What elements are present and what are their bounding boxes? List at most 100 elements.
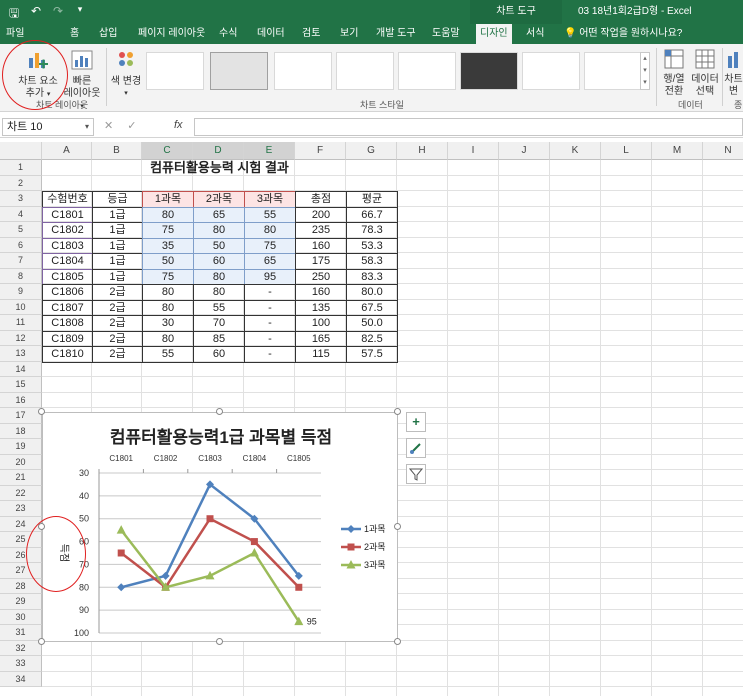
row-header[interactable]: 18 (0, 423, 42, 439)
row-header[interactable]: 11 (0, 315, 42, 331)
table-cell[interactable]: - (244, 284, 296, 301)
table-cell[interactable]: 80 (193, 268, 245, 285)
table-cell[interactable]: 35 (142, 237, 194, 254)
table-cell[interactable]: 235 (295, 222, 347, 239)
row-header[interactable]: 32 (0, 640, 42, 656)
insert-function-button[interactable]: fx (174, 119, 183, 131)
row-header[interactable]: 10 (0, 299, 42, 315)
table-cell[interactable]: 50 (193, 237, 245, 254)
column-header[interactable]: D (193, 142, 244, 160)
column-header[interactable]: J (499, 142, 550, 160)
table-cell[interactable]: 53.3 (346, 237, 398, 254)
table-cell[interactable]: - (244, 346, 296, 363)
chart-object[interactable]: 컴퓨터활용능력1급 과목별 득점 30 40 50 60 70 80 90 100 C1801 C… (42, 412, 398, 642)
table-cell[interactable]: 60 (193, 253, 245, 270)
row-header[interactable]: 15 (0, 377, 42, 393)
tab-format[interactable]: 서식 (522, 24, 548, 44)
table-cell[interactable]: 80 (142, 206, 194, 223)
column-header[interactable]: C (142, 142, 193, 160)
chart-style-2[interactable] (210, 52, 268, 90)
table-cell[interactable]: 65 (193, 206, 245, 223)
select-data-button[interactable]: 데이터 선택 (690, 48, 720, 98)
row-header[interactable]: 14 (0, 361, 42, 377)
row-header[interactable]: 2 (0, 175, 42, 191)
table-cell[interactable]: 1급 (92, 268, 143, 285)
customize-qat-icon[interactable]: ▾ (72, 4, 88, 25)
cancel-icon[interactable]: ✕ (104, 119, 113, 132)
row-header[interactable]: 13 (0, 346, 42, 362)
column-header[interactable]: I (448, 142, 499, 160)
table-cell[interactable]: C1802 (42, 222, 93, 239)
table-cell[interactable]: 67.5 (346, 299, 398, 316)
row-header[interactable]: 17 (0, 408, 42, 424)
name-box[interactable]: 차트 10 ▾ (2, 118, 94, 136)
switch-row-column-button[interactable]: 행/열 전환 (658, 48, 690, 98)
row-header[interactable]: 8 (0, 268, 42, 284)
column-header[interactable]: G (346, 142, 397, 160)
chevron-down-icon[interactable]: ▾ (85, 119, 89, 135)
row-header[interactable]: 21 (0, 470, 42, 486)
row-header[interactable]: 29 (0, 594, 42, 610)
tab-data[interactable]: 데이터 (253, 24, 289, 44)
table-cell[interactable]: C1803 (42, 237, 93, 254)
table-cell[interactable]: 30 (142, 315, 194, 332)
table-cell[interactable]: 1급 (92, 206, 143, 223)
table-cell[interactable]: 80 (193, 222, 245, 239)
column-header[interactable]: B (92, 142, 142, 160)
row-header[interactable]: 31 (0, 625, 42, 641)
row-header[interactable]: 5 (0, 222, 42, 238)
change-colors-button[interactable]: 색 변경 ▾ (108, 48, 144, 100)
table-cell[interactable]: 1급 (92, 237, 143, 254)
table-cell[interactable]: 65 (244, 253, 296, 270)
table-cell[interactable]: C1805 (42, 268, 93, 285)
gallery-scroll[interactable]: ▴ ▾ ▾ (640, 52, 650, 90)
resize-handle[interactable] (394, 638, 401, 645)
undo-icon[interactable]: ↶ (28, 4, 44, 25)
select-all-corner[interactable] (0, 142, 42, 160)
table-cell[interactable]: 200 (295, 206, 347, 223)
table-cell[interactable]: 80 (142, 284, 194, 301)
row-header[interactable]: 19 (0, 439, 42, 455)
table-cell[interactable]: 70 (193, 315, 245, 332)
chart-style-4[interactable] (336, 52, 394, 90)
chart-style-1[interactable] (146, 52, 204, 90)
table-header-cell[interactable]: 수험번호 (42, 191, 93, 208)
column-header[interactable]: N (703, 142, 743, 160)
tab-developer[interactable]: 개발 도구 (372, 24, 420, 44)
table-header-cell[interactable]: 1과목 (142, 191, 194, 208)
table-cell[interactable]: - (244, 299, 296, 316)
table-cell[interactable]: 95 (244, 268, 296, 285)
table-cell[interactable]: C1809 (42, 330, 93, 347)
column-header[interactable]: A (42, 142, 92, 160)
table-cell[interactable]: 135 (295, 299, 347, 316)
table-cell[interactable]: 160 (295, 284, 347, 301)
table-cell[interactable]: 250 (295, 268, 347, 285)
row-header[interactable]: 6 (0, 237, 42, 253)
table-cell[interactable]: C1806 (42, 284, 93, 301)
table-cell[interactable]: 100 (295, 315, 347, 332)
table-header-cell[interactable]: 총점 (295, 191, 347, 208)
row-header[interactable]: 34 (0, 671, 42, 687)
table-cell[interactable]: C1807 (42, 299, 93, 316)
table-cell[interactable]: 55 (142, 346, 194, 363)
table-cell[interactable]: C1808 (42, 315, 93, 332)
row-header[interactable]: 30 (0, 609, 42, 625)
table-cell[interactable]: 60 (193, 346, 245, 363)
table-cell[interactable]: 50 (142, 253, 194, 270)
table-cell[interactable]: 2급 (92, 284, 143, 301)
table-cell[interactable]: 2급 (92, 346, 143, 363)
save-icon[interactable]: 🖫 (6, 4, 22, 25)
row-header[interactable]: 23 (0, 501, 42, 517)
table-cell[interactable]: 1급 (92, 222, 143, 239)
table-cell[interactable]: 57.5 (346, 346, 398, 363)
table-cell[interactable]: C1801 (42, 206, 93, 223)
row-header[interactable]: 4 (0, 206, 42, 222)
chart-elements-button[interactable]: + (406, 412, 426, 432)
resize-handle[interactable] (216, 638, 223, 645)
table-cell[interactable]: 80 (142, 299, 194, 316)
table-cell[interactable]: 83.3 (346, 268, 398, 285)
chart-style-6[interactable] (460, 52, 518, 90)
resize-handle[interactable] (38, 638, 45, 645)
chart-styles-button[interactable] (406, 438, 426, 458)
table-cell[interactable]: 78.3 (346, 222, 398, 239)
